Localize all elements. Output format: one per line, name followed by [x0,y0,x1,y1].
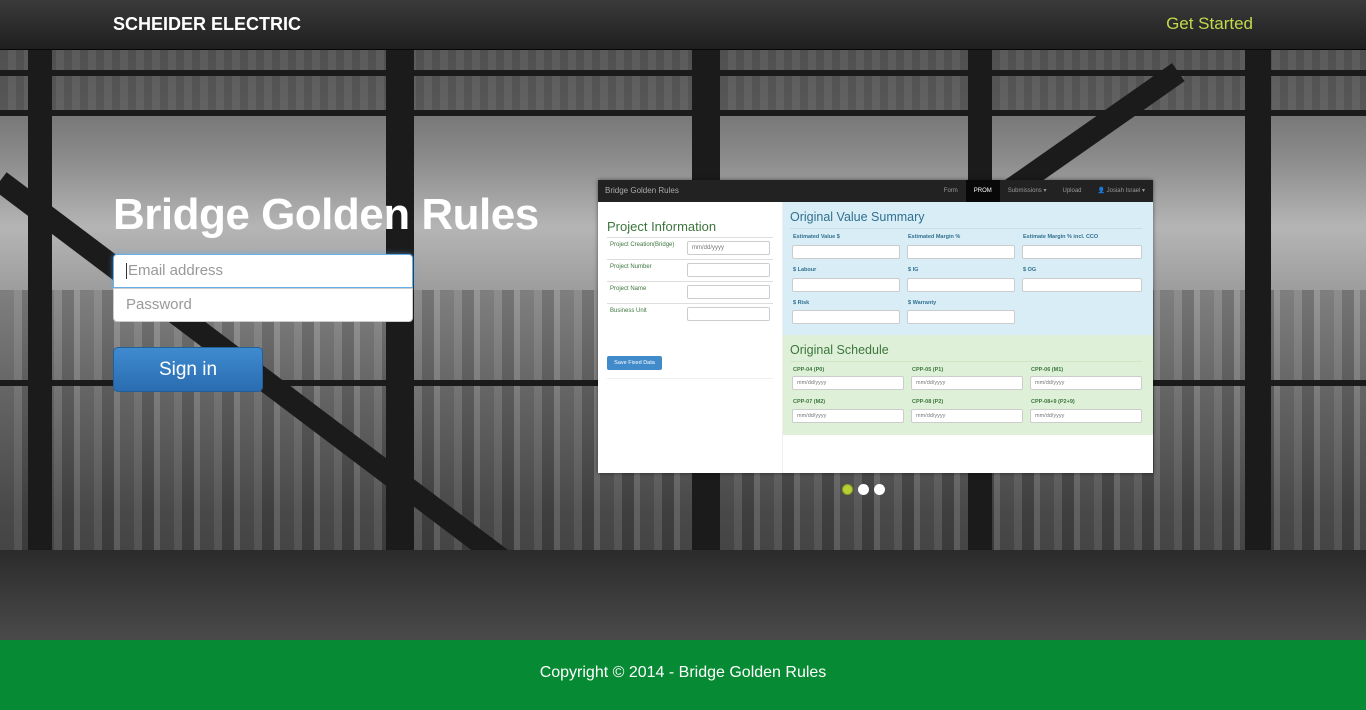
preview-field-label: Project Number [610,264,652,270]
preview-field-label: $ Warranty [908,300,937,306]
preview-menu-item: Form [943,188,958,194]
preview-date-input: mm/dd/yyyy [911,376,1023,390]
floor [0,550,1366,640]
preview-menu: Form PROM Submissions ▾ Upload 👤 Josiah … [936,180,1153,202]
preview-field-label: $ Risk [793,300,810,306]
password-placeholder: Password [126,296,192,313]
preview-field-input [687,285,770,299]
preview-field-label: CPP-06 (M1) [1031,367,1064,373]
preview-form-row: Business Unit [607,303,773,325]
preview-field-input [792,245,900,259]
preview-form-row: Project Name [607,281,773,303]
preview-form-row: Project Number [607,259,773,281]
preview-field-input [792,278,900,292]
preview-field-input [1022,278,1142,292]
divider [607,378,773,379]
preview-menu-item: Upload [1062,188,1082,194]
password-input[interactable]: Password [113,288,413,322]
preview-field-label: CPP-08+9 (P2+9) [1031,399,1075,405]
preview-navbar: Bridge Golden Rules Form PROM Submission… [598,180,1153,202]
preview-brand: Bridge Golden Rules [605,186,679,195]
carousel-dot-3[interactable] [874,484,885,495]
carousel-dot-2[interactable] [858,484,869,495]
top-navbar: SCHEIDER ELECTRIC Get Started [0,0,1366,50]
preview-field-label: Project Name [610,286,647,292]
divider [790,361,1142,362]
copyright-text: Copyright © 2014 - Bridge Golden Rules [539,664,827,681]
window-rail [0,110,1366,116]
preview-project-info-heading: Project Information [607,219,717,234]
preview-value-summary-panel: Original Value Summary Estimated Value $… [783,202,1153,335]
preview-schedule-heading: Original Schedule [790,343,889,357]
preview-value-summary-heading: Original Value Summary [790,210,925,224]
text-cursor [126,263,127,280]
app-preview-screenshot: Bridge Golden Rules Form PROM Submission… [598,180,1153,473]
preview-field-input [687,307,770,321]
preview-field-label: $ Labour [793,267,817,273]
preview-date-input: mm/dd/yyyy [1030,376,1142,390]
preview-date-input: mm/dd/yyyy [792,376,904,390]
sign-in-button[interactable]: Sign in [113,347,263,392]
preview-date-input: mm/dd/yyyy [792,409,904,423]
carousel-dot-1[interactable] [842,484,853,495]
preview-field-input [792,310,900,324]
preview-field-label: Estimated Margin % [908,234,961,240]
email-input[interactable]: Email address [113,254,413,288]
page-title: Bridge Golden Rules [113,190,539,239]
preview-field-input [907,310,1015,324]
preview-field-label: $ OG [1023,267,1037,273]
preview-schedule-panel: Original Schedule CPP-04 (P0) CPP-05 (P1… [783,335,1153,435]
preview-save-button: Save Fixed Data [607,356,662,370]
footer: Copyright © 2014 - Bridge Golden Rules [0,640,1366,710]
preview-field-label: Estimate Margin % incl. CCO [1023,234,1099,240]
preview-field-label: Estimated Value $ [793,234,840,240]
preview-field-input [907,245,1015,259]
preview-field-label: Business Unit [610,308,647,314]
preview-date-input: mm/dd/yyyy [911,409,1023,423]
preview-field-label: CPP-07 (M2) [793,399,826,405]
email-placeholder: Email address [128,262,224,279]
preview-field-input [907,278,1015,292]
brand-logo-text[interactable]: SCHEIDER ELECTRIC [113,14,301,35]
get-started-link[interactable]: Get Started [1166,14,1253,34]
preview-menu-item: 👤 Josiah Israel ▾ [1097,188,1146,194]
preview-field-label: CPP-05 (P1) [912,367,944,373]
divider [790,228,1142,229]
preview-date-input: mm/dd/yyyy [1030,409,1142,423]
preview-menu-item: Submissions ▾ [1007,188,1047,194]
carousel-indicators [842,484,885,495]
preview-field-label: Project Creation(Bridge) [610,242,675,248]
preview-field-label: CPP-04 (P0) [793,367,825,373]
preview-menu-item-active: PROM [965,180,1000,202]
preview-project-info-panel: Project Information Project Creation(Bri… [598,202,783,473]
preview-field-input [687,263,770,277]
preview-field-input: mm/dd/yyyy [687,241,770,255]
preview-field-input [1022,245,1142,259]
preview-field-label: $ IG [908,267,919,273]
preview-field-label: CPP-08 (P2) [912,399,944,405]
preview-form-row: Project Creation(Bridge) mm/dd/yyyy [607,237,773,259]
